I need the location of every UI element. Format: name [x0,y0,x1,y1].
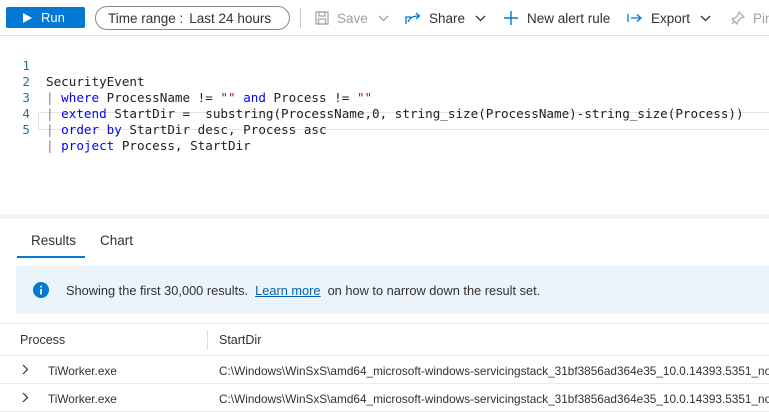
chevron-down-icon [475,15,486,21]
code-token: Process, StartDir [114,138,251,153]
line-number: 5 [22,122,30,137]
code-token: project [61,138,115,153]
pane-splitter[interactable] [0,214,769,219]
column-header-process[interactable]: Process [20,333,65,347]
save-button[interactable]: Save [315,8,389,28]
code-text: | project Process, StartDir [46,138,251,154]
run-label: Run [41,10,65,25]
table-row[interactable]: TiWorker.exe C:\Windows\WinSxS\amd64_mic… [0,356,769,384]
code-token: order by [61,122,122,137]
column-resize-handle[interactable] [207,330,208,350]
chevron-down-icon [378,15,389,21]
share-icon [405,12,421,24]
code-line-3: 3 | extend StartDir = substring(ProcessN… [0,74,769,121]
new-alert-rule-button[interactable]: New alert rule [503,8,610,28]
toolbar: Run Time range : Last 24 hours Save Shar… [0,0,769,36]
results-tabs: Results Chart [0,224,769,258]
toolbar-divider [300,8,301,28]
export-icon [627,14,642,22]
time-range-value: Last 24 hours [189,10,272,26]
save-icon [315,11,329,25]
code-line-2: 2 | where ProcessName != "" and Process … [0,58,769,105]
run-button[interactable]: Run [6,7,85,28]
plus-icon [504,11,518,25]
code-token: | [46,122,62,137]
new-alert-rule-label: New alert rule [527,10,611,26]
table-row[interactable]: TiWorker.exe C:\Windows\WinSxS\amd64_mic… [0,384,769,412]
play-icon [23,12,32,23]
save-label: Save [337,10,368,26]
time-range-picker[interactable]: Time range : Last 24 hours [95,6,290,30]
tab-results[interactable]: Results [31,233,76,248]
active-tab-indicator [17,256,85,258]
chevron-down-icon [700,15,711,21]
pin-label: Pin [753,10,769,26]
chevron-right-icon[interactable] [22,364,29,375]
code-token: StartDir desc, Process asc [121,122,327,137]
info-icon [33,282,49,298]
code-token: | [46,138,62,153]
export-label: Export [651,10,691,26]
cell-startdir: C:\Windows\WinSxS\amd64_microsoft-window… [219,364,769,378]
share-label: Share [429,10,466,26]
info-banner: Showing the first 30,000 results. Learn … [16,266,769,314]
chevron-right-icon[interactable] [22,392,29,403]
banner-text: Showing the first 30,000 results. [66,282,249,298]
export-button[interactable]: Export [627,8,711,28]
pin-icon [731,11,745,25]
cell-startdir: C:\Windows\WinSxS\amd64_microsoft-window… [219,392,769,406]
cell-process: TiWorker.exe [48,364,117,378]
time-range-label: Time range : [108,10,184,26]
share-button[interactable]: Share [405,8,486,28]
column-header-startdir[interactable]: StartDir [219,333,261,347]
banner-text-after: on how to narrow down the result set. [327,282,541,298]
query-editor[interactable]: 1 SecurityEvent 2 | where ProcessName !=… [0,40,769,216]
grid-header: Process StartDir [0,323,769,356]
learn-more-link[interactable]: Learn more [255,283,320,298]
tab-chart[interactable]: Chart [100,233,133,248]
cell-process: TiWorker.exe [48,392,117,406]
code-line-1: 1 SecurityEvent [0,42,769,89]
pin-button[interactable]: Pin [731,8,769,28]
code-text: | order by StartDir desc, Process asc [46,122,327,138]
code-line-5: 5 | project Process, StartDir [0,106,769,153]
code-line-4: 4 | order by StartDir desc, Process asc [0,90,769,137]
